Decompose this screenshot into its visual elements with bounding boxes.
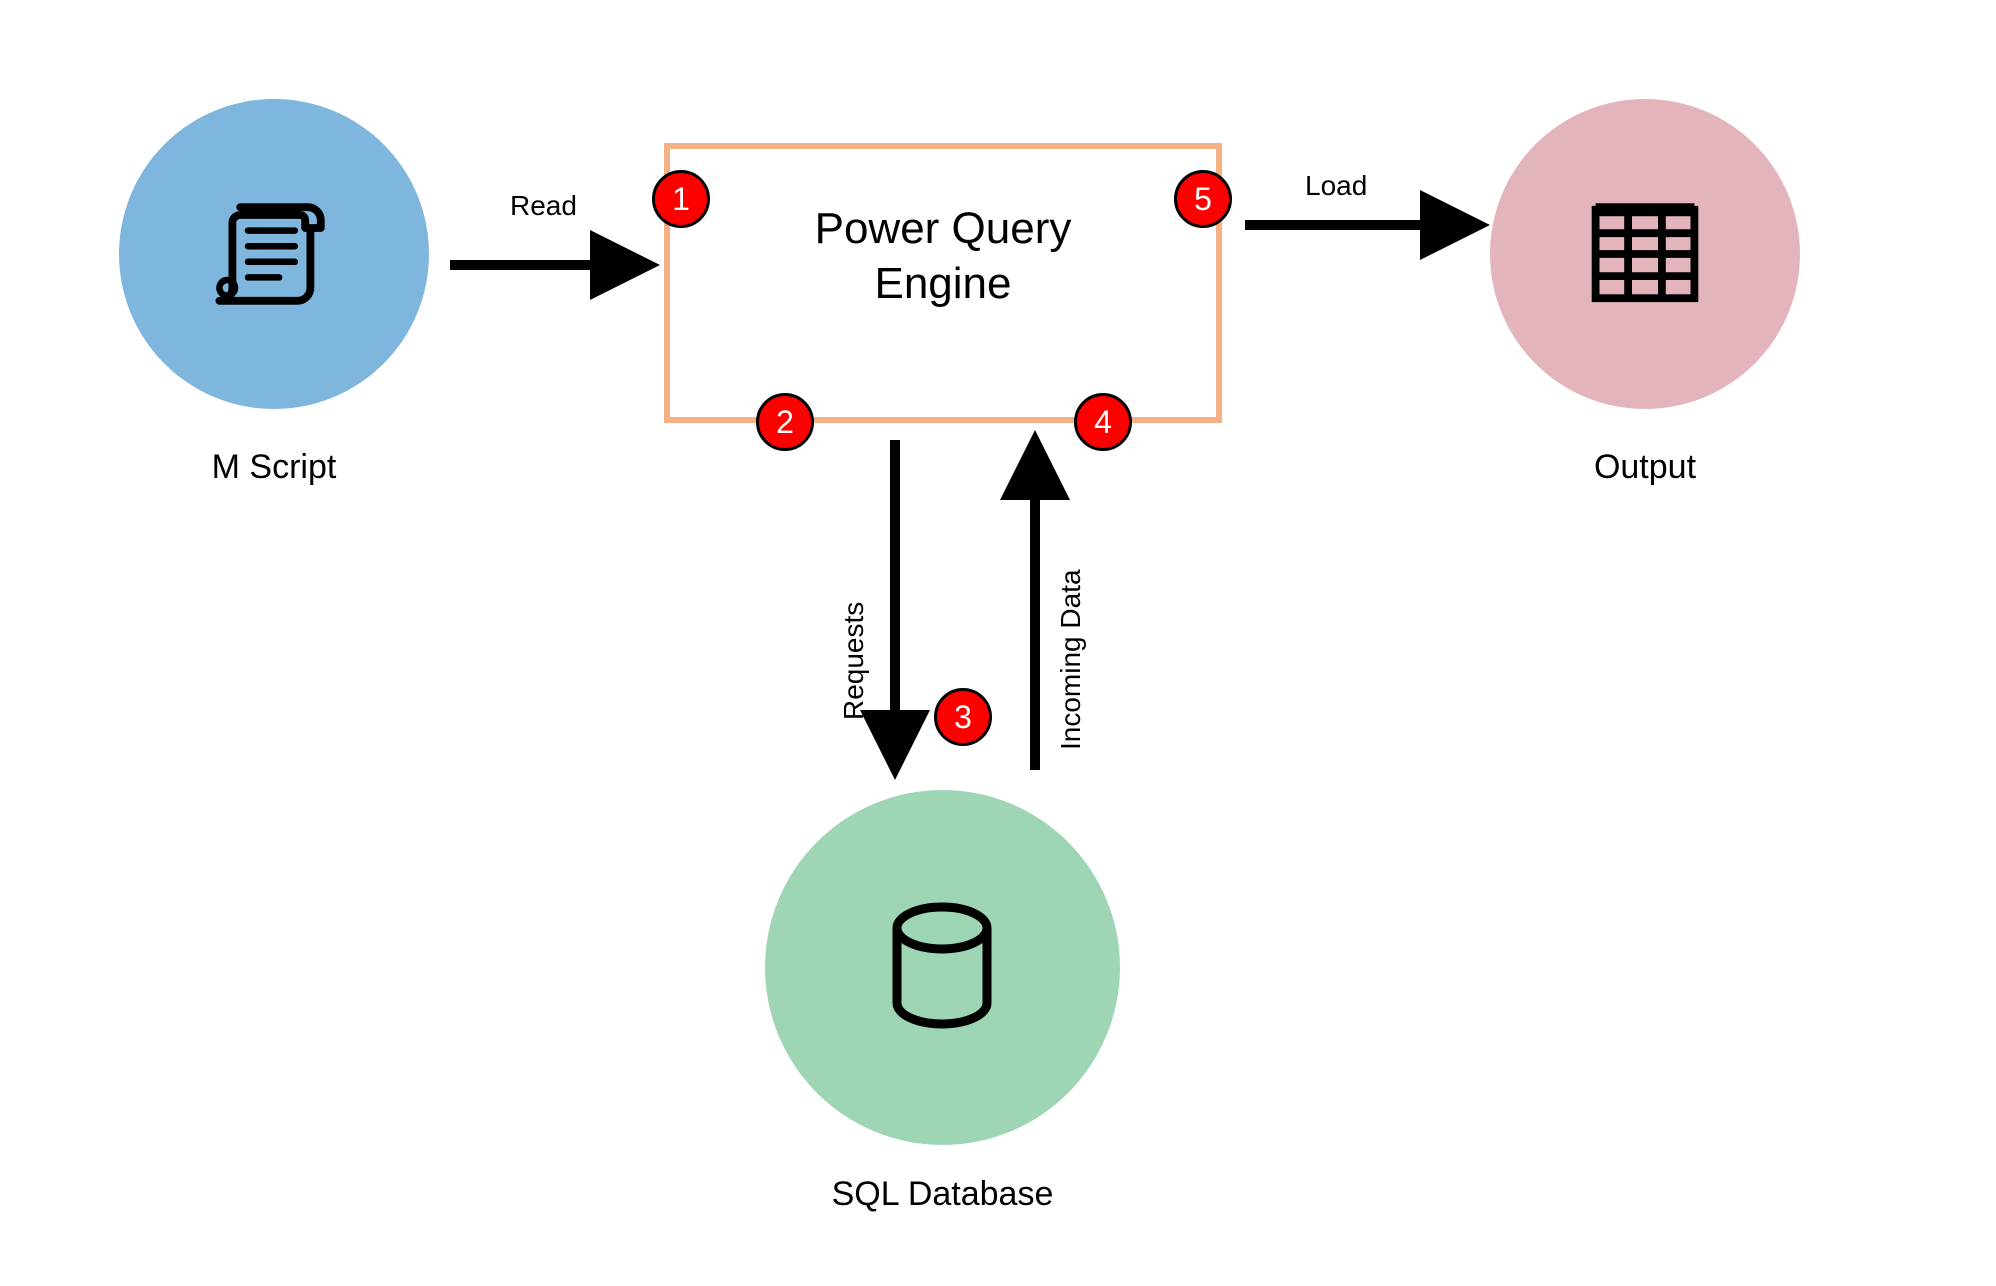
sqldb-label: SQL Database — [765, 1175, 1120, 1214]
sqldb-node — [765, 790, 1120, 1145]
edge-label-requests: Requests — [838, 530, 870, 720]
output-node — [1490, 99, 1800, 409]
badge-3: 3 — [934, 688, 992, 746]
edge-label-incoming: Incoming Data — [1055, 470, 1087, 750]
database-icon — [867, 892, 1017, 1042]
output-label: Output — [1490, 448, 1800, 487]
badge-2: 2 — [756, 393, 814, 451]
scroll-icon — [209, 189, 339, 319]
engine-node: Power QueryEngine — [664, 143, 1222, 423]
engine-title: Power QueryEngine — [815, 201, 1072, 311]
table-icon — [1580, 189, 1710, 319]
badge-1: 1 — [652, 170, 710, 228]
edge-label-load: Load — [1305, 170, 1367, 202]
mscript-label: M Script — [119, 448, 429, 487]
badge-4: 4 — [1074, 393, 1132, 451]
badge-5: 5 — [1174, 170, 1232, 228]
edge-label-read: Read — [510, 190, 577, 222]
mscript-node — [119, 99, 429, 409]
